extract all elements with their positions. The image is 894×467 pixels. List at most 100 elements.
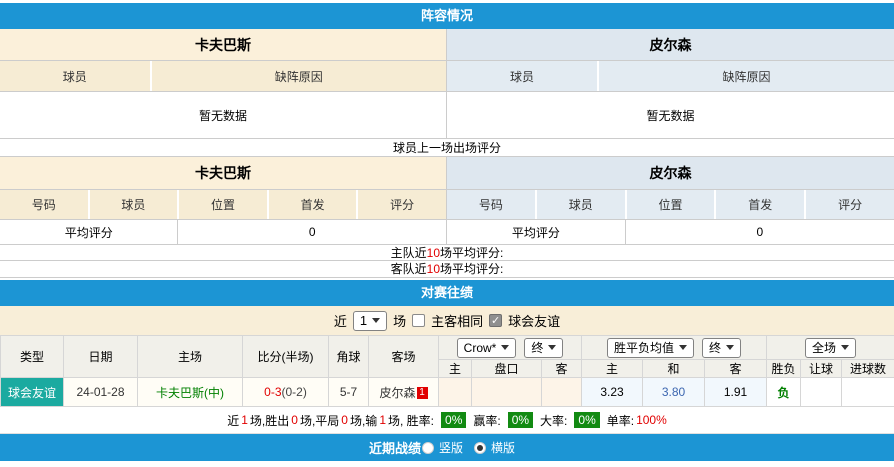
stats-text: 大率: [540,413,568,428]
same-venue-checkbox[interactable] [412,314,426,327]
chevron-down-icon [372,318,381,323]
match-home-team-link[interactable]: 卡夫巴斯(中) [137,377,243,407]
col-header-score: 比分(半场) [242,335,329,378]
away-no-data-text: 暂无数据 [447,92,894,139]
scope-select-value: 全场 [812,340,837,355]
club-friendly-label[interactable]: 球会友谊 [508,311,560,330]
home-no-data-text: 暂无数据 [0,92,446,139]
away-number-col: 号码 [447,190,537,219]
h2h-section-title: 对赛往绩 [0,280,894,306]
away-position-col: 位置 [627,190,717,219]
stats-text: 场, 胜率: [388,413,435,428]
away-team-name-ratings: 皮尔森 [447,157,894,190]
home-team-name: 卡夫巴斯 [0,29,446,61]
subheader-odds-away: 客 [704,359,768,378]
odds-avg-value: 胜平负均值 [614,340,675,355]
home-number-col: 号码 [0,190,90,219]
chevron-down-icon [841,345,850,350]
away-absence-reason-col-header: 缺阵原因 [722,69,771,84]
single-rate-value: 100% [636,413,667,427]
h2h-stats-summary: 近 1 场,胜出 0 场,平局 0 场,输 1 场, 胜率: 0% 赢率: 0%… [0,407,894,434]
handicap-line-cell [471,377,542,407]
odd-draw-cell: 3.80 [642,377,706,407]
chevron-down-icon [548,345,557,350]
bookmaker-select[interactable]: Crow* [456,337,517,358]
rating-tables: 卡夫巴斯 号码 球员 位置 首发 评分 平均评分 0 皮尔森 号码 球员 位置 … [0,157,894,245]
rating-away-table: 皮尔森 号码 球员 位置 首发 评分 平均评分 0 [447,157,894,245]
subheader-goals: 进球数 [841,359,894,378]
stats-text: 场,平局 [299,413,340,428]
home-recent10-post: 场平均评分: [440,246,504,260]
stats-text: 近 [227,413,240,428]
subheader-result: 胜负 [766,359,802,378]
home-player-col-header: 球员 [0,61,152,91]
home-team-name-ratings: 卡夫巴斯 [0,157,446,190]
odd-home-cell: 3.23 [581,377,644,407]
stats-text: 场,输 [349,413,378,428]
stats-text: 单率: [606,413,635,428]
lineup-home-table: 卡夫巴斯 球员 缺阵原因 暂无数据 [0,29,447,139]
stats-total: 1 [241,413,248,427]
odds-final-value: 终 [709,340,722,355]
red-card-badge: 1 [416,386,428,399]
recent-results-bar: 近期战绩 竖版 横版 [0,434,894,461]
over-rate-badge: 0% [574,412,600,428]
scope-select[interactable]: 全场 [805,337,857,358]
handicap-final-select[interactable]: 终 [524,337,564,358]
horizontal-layout-label[interactable]: 横版 [491,439,515,456]
h2h-filter-bar: 近 1 场 主客相同 ✓ 球会友谊 [0,306,894,335]
home-recent10-pre: 主队近 [390,246,427,260]
match-away-team-text[interactable]: 皮尔森 [379,386,415,400]
odds-final-select[interactable]: 终 [702,337,742,358]
home-position-col: 位置 [179,190,269,219]
filter-games-label: 场 [393,314,407,329]
vertical-layout-radio[interactable] [421,441,434,454]
col-header-corners: 角球 [328,335,369,378]
halftime-score: (0-2) [281,385,307,399]
away-recent10-avg-line: 客队近10场平均评分: [0,261,894,278]
last-match-rating-note: 球员上一场出场评分 [0,139,894,157]
match-type-cell: 球会友谊 [0,377,64,407]
col-header-away: 客场 [368,335,439,378]
stats-text: 赢率: [473,413,501,428]
same-venue-label[interactable]: 主客相同 [431,311,483,330]
page: 阵容情况 卡夫巴斯 球员 缺阵原因 暂无数据 皮尔森 球员 缺阵原因 暂无数据 … [0,0,894,461]
handicap-away-cell [540,377,583,407]
win-rate-badge: 0% [441,412,467,428]
result-cell: 负 [766,377,802,407]
filter-near-label: 近 [333,314,347,329]
club-friendly-checkbox[interactable]: ✓ [489,314,503,327]
stats-text: 场,胜出 [249,413,290,428]
result-loss-text: 负 [777,385,790,400]
horizontal-layout-radio[interactable] [474,441,486,454]
fulltime-score: 0-3 [264,385,282,399]
home-avg-rating-label: 平均评分 [0,220,179,244]
subheader-handicap-home: 主 [438,359,472,378]
home-recent10-num: 10 [426,246,441,260]
lineup-away-table: 皮尔森 球员 缺阵原因 暂无数据 [447,29,894,139]
home-absence-reason-col-header: 缺阵原因 [274,69,323,84]
goals-result-cell [841,377,894,407]
handicap-home-cell [438,377,472,407]
bookmaker-select-value: Crow* [463,340,497,355]
odds-avg-select[interactable]: 胜平负均值 [607,337,695,358]
vertical-layout-label[interactable]: 竖版 [439,439,463,456]
away-recent10-num: 10 [426,262,441,276]
match-home-team-text[interactable]: 卡夫巴斯(中) [156,386,224,400]
home-player-col: 球员 [90,190,180,219]
lineup-tables: 卡夫巴斯 球员 缺阵原因 暂无数据 皮尔森 球员 缺阵原因 暂无数据 [0,29,894,139]
match-date-cell: 24-01-28 [63,377,138,407]
h2h-match-row: 球会友谊 24-01-28 卡夫巴斯(中) 0-3(0-2) 5-7 皮尔森 1 … [0,377,894,407]
match-score-cell: 0-3(0-2) [242,377,329,407]
h2h-table: 类型 日期 主场 比分(半场) 角球 客场 Crow* 终 胜平负均值 终 全场… [0,335,894,407]
rating-home-table: 卡夫巴斯 号码 球员 位置 首发 评分 平均评分 0 [0,157,447,245]
away-player-col-header: 球员 [447,61,599,91]
chevron-down-icon [679,345,688,350]
scope-select-group: 全场 [766,335,894,360]
match-count-select[interactable]: 1 [352,310,388,331]
match-away-team-link[interactable]: 皮尔森 1 [368,377,439,407]
col-header-type: 类型 [0,335,64,378]
home-avg-rating-value: 0 [308,225,316,239]
col-header-date: 日期 [63,335,138,378]
match-corners-cell: 5-7 [328,377,369,407]
